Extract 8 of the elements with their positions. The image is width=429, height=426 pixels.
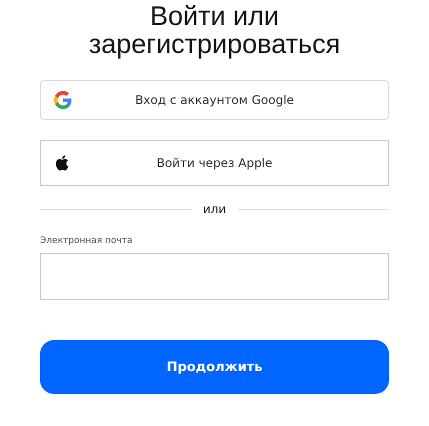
separator-label: или bbox=[202, 202, 226, 216]
email-field[interactable] bbox=[40, 253, 389, 300]
page-title: Войти или зарегистрироваться bbox=[88, 0, 342, 58]
continue-button[interactable]: Продолжить bbox=[40, 340, 389, 394]
google-logo-icon bbox=[54, 91, 72, 109]
field-label: Электронная почта bbox=[40, 236, 134, 246]
sign-in-button[interactable]: Вход с аккаунтом Google bbox=[40, 80, 389, 120]
sign-in-button[interactable]: Войти через Apple bbox=[40, 140, 389, 186]
